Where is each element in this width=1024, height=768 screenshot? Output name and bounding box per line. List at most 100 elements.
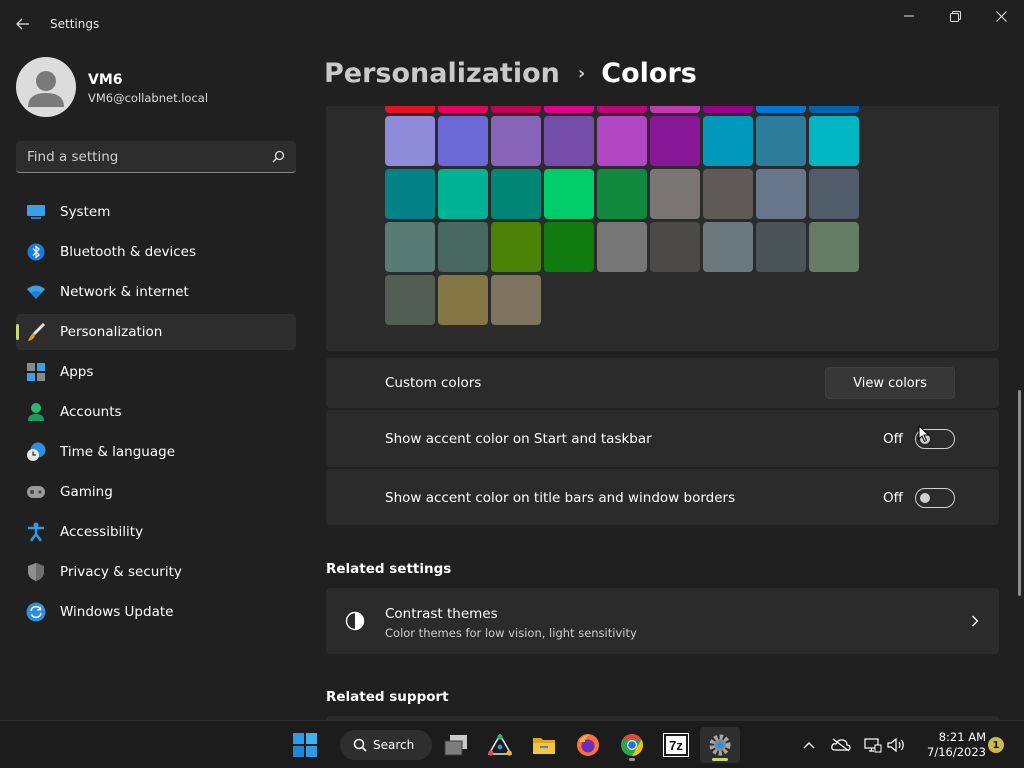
accent-color-swatch[interactable] (703, 222, 753, 272)
breadcrumb-separator: › (577, 63, 586, 84)
search-input[interactable] (16, 141, 266, 172)
sidebar-item-personalization[interactable]: Personalization (16, 314, 296, 350)
accent-color-swatch[interactable] (385, 222, 435, 272)
sidebar-item-label: Personalization (60, 324, 163, 340)
sidebar-item-privacy[interactable]: Privacy & security (16, 554, 296, 590)
accent-color-swatch[interactable] (544, 222, 594, 272)
accent-color-swatch[interactable] (491, 275, 541, 325)
sidebar-item-label: System (60, 204, 111, 220)
chrome-button[interactable] (612, 727, 652, 763)
accent-color-swatch[interactable] (491, 222, 541, 272)
title-bar: Settings (0, 0, 1024, 48)
file-explorer-button[interactable] (524, 727, 564, 763)
accent-color-swatch[interactable] (703, 169, 753, 219)
volume-tray-button[interactable] (886, 735, 906, 755)
accent-color-swatch[interactable] (756, 169, 806, 219)
notification-badge[interactable]: 1 (988, 737, 1004, 753)
accent-color-swatch[interactable] (597, 169, 647, 219)
accent-color-swatch[interactable] (491, 169, 541, 219)
accent-color-swatch[interactable] (703, 116, 753, 166)
sidebar-item-bluetooth[interactable]: Bluetooth & devices (16, 234, 296, 270)
accent-start-taskbar-row: Show accent color on Start and taskbar O… (326, 410, 999, 467)
ethernet-icon (864, 738, 882, 753)
back-button[interactable] (8, 10, 38, 38)
taskbar-clock[interactable]: 8:21 AM 7/16/2023 (916, 730, 986, 760)
show-hidden-icons-button[interactable] (799, 735, 819, 755)
close-button[interactable] (978, 0, 1024, 32)
accent-color-swatch[interactable] (385, 116, 435, 166)
related-settings-title: Related settings (326, 561, 452, 577)
maximize-button[interactable] (932, 0, 978, 32)
accent-color-swatch[interactable] (756, 116, 806, 166)
accent-color-swatch[interactable] (438, 106, 488, 113)
accent-color-swatch[interactable] (756, 106, 806, 113)
contrast-themes-row[interactable]: Contrast themes Color themes for low vis… (326, 588, 999, 654)
sidebar-item-accounts[interactable]: Accounts (16, 394, 296, 430)
breadcrumb-parent[interactable]: Personalization (324, 58, 560, 89)
scrollbar-thumb[interactable] (1018, 390, 1021, 596)
avatar[interactable] (16, 57, 76, 117)
accent-color-swatch[interactable] (809, 106, 859, 113)
clock-globe-icon (26, 442, 46, 462)
toggle-state-text: Off (883, 431, 903, 447)
accent-color-swatch[interactable] (809, 169, 859, 219)
accent-color-swatch[interactable] (650, 106, 700, 113)
taskbar-search[interactable]: Search (340, 730, 432, 760)
accent-color-swatch[interactable] (544, 116, 594, 166)
accent-color-swatch[interactable] (544, 169, 594, 219)
brush-icon (26, 322, 46, 342)
sidebar-item-system[interactable]: System (16, 194, 296, 230)
accent-color-swatch[interactable] (809, 116, 859, 166)
sidebar-item-time-language[interactable]: Time & language (16, 434, 296, 470)
accent-color-swatch[interactable] (756, 222, 806, 272)
accent-color-swatch[interactable] (438, 116, 488, 166)
clock-date: 7/16/2023 (927, 745, 986, 759)
accent-color-swatch[interactable] (703, 106, 753, 113)
accent-color-swatch[interactable] (385, 169, 435, 219)
main-content: Custom colors View colors Show accent co… (326, 106, 1000, 720)
accent-title-bars-row: Show accent color on title bars and wind… (326, 469, 999, 525)
sidebar-item-gaming[interactable]: Gaming (16, 474, 296, 510)
task-view-button[interactable] (436, 727, 476, 763)
accent-color-swatch[interactable] (597, 116, 647, 166)
accent-color-swatch[interactable] (544, 106, 594, 113)
accent-color-swatch[interactable] (809, 222, 859, 272)
sidebar-item-label: Apps (60, 364, 94, 380)
accent-color-swatch[interactable] (385, 106, 435, 113)
volume-icon (887, 737, 904, 753)
accent-color-swatch[interactable] (491, 106, 541, 113)
network-tray-button[interactable] (863, 735, 883, 755)
sidebar-item-accessibility[interactable]: Accessibility (16, 514, 296, 550)
windows-start-icon (293, 733, 317, 757)
7zip-icon: 7z (663, 733, 689, 757)
accent-color-swatch[interactable] (438, 275, 488, 325)
accent-color-swatch[interactable] (438, 169, 488, 219)
sidebar-item-apps[interactable]: Apps (16, 354, 296, 390)
accent-title-bars-toggle[interactable] (915, 488, 955, 508)
minimize-button[interactable] (886, 0, 932, 32)
network-app-button[interactable] (480, 727, 520, 763)
task-view-icon (444, 735, 467, 756)
search-box[interactable] (16, 141, 296, 173)
settings-taskbar-button[interactable] (700, 727, 740, 763)
accent-color-swatch[interactable] (438, 222, 488, 272)
accent-color-swatch[interactable] (650, 116, 700, 166)
sidebar-item-label: Network & internet (60, 284, 189, 300)
accent-color-swatch[interactable] (650, 222, 700, 272)
accent-color-swatch[interactable] (597, 222, 647, 272)
firefox-icon (577, 734, 599, 756)
sidebar-item-network[interactable]: Network & internet (16, 274, 296, 310)
accent-color-swatch[interactable] (491, 116, 541, 166)
accent-color-swatch[interactable] (650, 169, 700, 219)
7zip-button[interactable]: 7z (656, 727, 696, 763)
sidebar-item-label: Bluetooth & devices (60, 244, 197, 260)
onedrive-tray-button[interactable] (831, 735, 851, 755)
app-title: Settings (50, 17, 100, 31)
sidebar-item-windows-update[interactable]: Windows Update (16, 594, 296, 630)
firefox-button[interactable] (568, 727, 608, 763)
accent-color-swatch[interactable] (597, 106, 647, 113)
view-colors-button[interactable]: View colors (825, 367, 955, 399)
accent-color-swatch[interactable] (385, 275, 435, 325)
start-button[interactable] (285, 727, 325, 763)
active-indicator (712, 758, 728, 761)
